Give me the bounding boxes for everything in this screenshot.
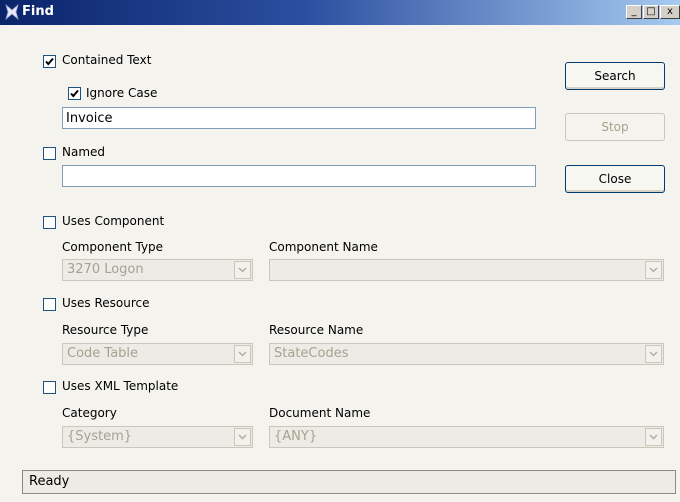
stop-button[interactable]: Stop — [565, 113, 665, 141]
named-checkbox[interactable] — [43, 147, 56, 160]
dropdown-button[interactable] — [645, 345, 662, 363]
contained-text-checkbox[interactable] — [43, 55, 56, 68]
resource-name-select[interactable]: StateCodes — [269, 343, 664, 365]
check-icon — [45, 57, 54, 66]
app-icon — [5, 4, 19, 20]
chevron-down-icon — [238, 434, 247, 440]
component-type-label: Component Type — [62, 240, 164, 254]
check-icon — [70, 89, 79, 98]
uses-component-label: Uses Component — [62, 214, 165, 228]
uses-resource-label: Uses Resource — [62, 296, 150, 310]
category-select[interactable]: {System} — [62, 426, 253, 448]
dropdown-button[interactable] — [645, 261, 662, 279]
ignore-case-checkbox[interactable] — [68, 87, 81, 100]
search-text-input[interactable] — [62, 107, 536, 129]
ignore-case-label: Ignore Case — [86, 86, 158, 100]
component-name-select[interactable] — [269, 259, 664, 281]
component-name-label: Component Name — [269, 240, 378, 254]
dropdown-button[interactable] — [234, 345, 251, 363]
dropdown-button[interactable] — [234, 261, 251, 279]
chevron-down-icon — [649, 434, 658, 440]
resource-name-value: StateCodes — [274, 346, 349, 361]
named-label: Named — [62, 145, 106, 159]
resource-type-value: Code Table — [67, 346, 139, 361]
minimize-button[interactable]: _ — [626, 5, 642, 19]
resource-type-select[interactable]: Code Table — [62, 343, 253, 365]
uses-resource-checkbox[interactable] — [43, 298, 56, 311]
category-label: Category — [62, 406, 117, 420]
title-bar[interactable]: Find _ □ x — [0, 0, 680, 25]
status-bar: Ready — [22, 470, 676, 494]
component-type-select[interactable]: 3270 Logon — [62, 259, 253, 281]
named-input[interactable] — [62, 165, 536, 187]
component-type-value: 3270 Logon — [67, 262, 144, 277]
uses-xml-template-checkbox[interactable] — [43, 381, 56, 394]
contained-text-label: Contained Text — [62, 53, 152, 67]
find-dialog: Find _ □ x Contained Text Ignore Case Na… — [0, 0, 680, 502]
resource-type-label: Resource Type — [62, 323, 149, 337]
close-button[interactable]: Close — [565, 165, 665, 193]
close-window-button[interactable]: x — [660, 5, 680, 19]
uses-xml-template-label: Uses XML Template — [62, 379, 179, 393]
status-text: Ready — [29, 474, 70, 489]
document-name-value: {ANY} — [274, 429, 318, 444]
window-title: Find — [22, 4, 54, 19]
maximize-button[interactable]: □ — [643, 5, 659, 19]
resource-name-label: Resource Name — [269, 323, 364, 337]
dropdown-button[interactable] — [645, 428, 662, 446]
chevron-down-icon — [649, 267, 658, 273]
chevron-down-icon — [238, 351, 247, 357]
uses-component-checkbox[interactable] — [43, 216, 56, 229]
chevron-down-icon — [649, 351, 658, 357]
search-button[interactable]: Search — [565, 62, 665, 90]
category-value: {System} — [67, 429, 133, 444]
dropdown-button[interactable] — [234, 428, 251, 446]
document-name-select[interactable]: {ANY} — [269, 426, 664, 448]
document-name-label: Document Name — [269, 406, 371, 420]
chevron-down-icon — [238, 267, 247, 273]
